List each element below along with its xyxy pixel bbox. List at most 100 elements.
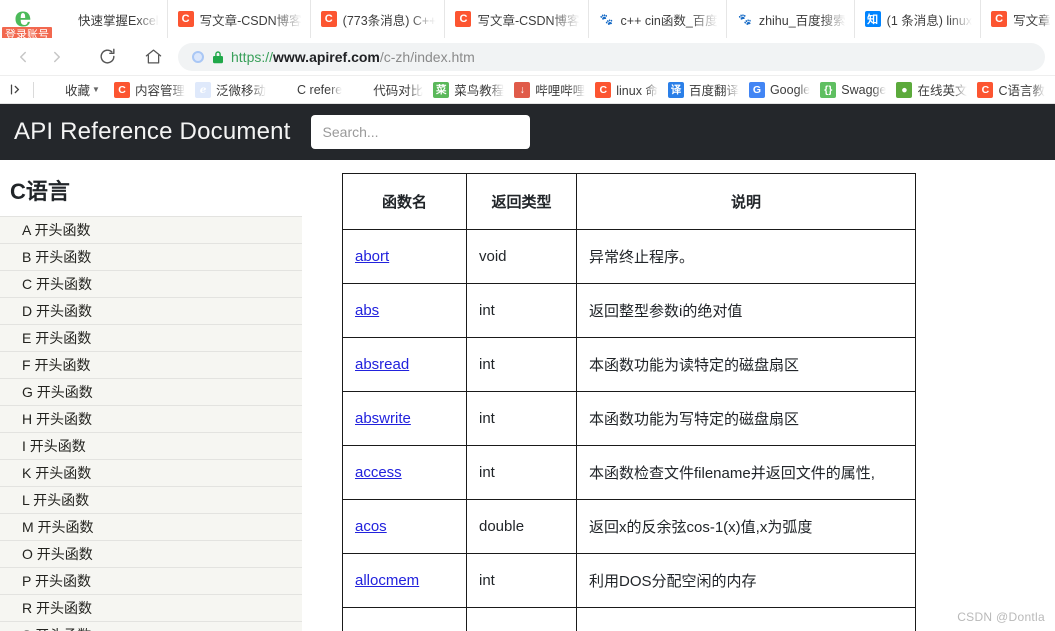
site-header: API Reference Document [0, 104, 1055, 160]
browser-tab[interactable]: C写文章 [980, 0, 1055, 38]
cell-function-name: abort [343, 230, 467, 284]
sidebar-list-item[interactable]: F 开头函数 [0, 352, 302, 379]
sidebar-list-item[interactable]: G 开头函数 [0, 379, 302, 406]
baidu-favicon: 🐾 [599, 11, 615, 27]
home-icon[interactable] [136, 40, 170, 74]
chevron-down-icon[interactable]: ▼ [92, 85, 104, 94]
browser-tab[interactable]: C写文章-CSDN博客 [444, 0, 587, 38]
cell-description: 返回x的反余弦cos-1(x)值,x为弧度 [577, 500, 916, 554]
sidebar-list-item[interactable]: B 开头函数 [0, 244, 302, 271]
table-header-row: 函数名 返回类型 说明 [343, 174, 916, 230]
bookmark-label: linux 命 [616, 80, 658, 99]
cell-function-name: abs [343, 284, 467, 338]
table-row [343, 608, 916, 631]
sidebar-list-item[interactable]: S 开头函数 [0, 622, 302, 631]
bookmark-item[interactable]: C代码对比 [347, 78, 428, 102]
bookmark-item[interactable]: ★收藏▼ [39, 78, 109, 102]
bookmark-item[interactable]: {}Swagge [815, 78, 891, 102]
url-host: www.apiref.com [273, 49, 380, 65]
table-row: abortvoid异常终止程序。 [343, 230, 916, 284]
sidebar-list-item[interactable]: D 开头函数 [0, 298, 302, 325]
function-link[interactable]: acos [355, 518, 387, 535]
browser-tab[interactable]: 🐾 c++ cin函数_百度 [588, 0, 726, 38]
bookmark-item[interactable]: ↓哔哩哔哩 [509, 78, 590, 102]
function-link[interactable]: abswrite [355, 410, 411, 427]
swagger-icon: {} [820, 82, 836, 98]
table-row: absreadint本函数功能为读特定的磁盘扇区 [343, 338, 916, 392]
sidebar-list-item[interactable]: L 开头函数 [0, 487, 302, 514]
watermark: CSDN @Dontla [957, 610, 1045, 624]
tab-title: (773条消息) C++ [343, 10, 437, 29]
cell-function-name: absread [343, 338, 467, 392]
login-account-badge[interactable]: 登录账号 [2, 27, 52, 38]
cell-function-name: access [343, 446, 467, 500]
star-icon: ★ [44, 82, 60, 98]
bookmark-item[interactable]: ✛C refere [271, 78, 347, 102]
function-link[interactable]: access [355, 464, 402, 481]
cell-return-type: int [467, 338, 577, 392]
function-link[interactable]: absread [355, 356, 409, 373]
tab-title: c++ cin函数_百度 [621, 10, 718, 29]
cell-return-type: void [467, 230, 577, 284]
function-link[interactable]: abs [355, 302, 379, 319]
bookmark-item[interactable]: GGoogle [744, 78, 815, 102]
bookmark-item[interactable]: C C语言教 [972, 78, 1050, 102]
bookmark-item[interactable]: e泛微移动 [190, 78, 271, 102]
address-bar[interactable]: https://www.apiref.com/c-zh/index.htm [178, 43, 1045, 71]
content-columns: C语言 A 开头函数B 开头函数C 开头函数D 开头函数E 开头函数F 开头函数… [0, 160, 1055, 631]
browser-tab[interactable]: ◻快速掌握Excel [46, 0, 167, 38]
tab-title: 写文章-CSDN博客 [200, 10, 302, 29]
sidebar-list-item[interactable]: H 开头函数 [0, 406, 302, 433]
bookmark-item[interactable]: 菜菜鸟教程 [428, 78, 509, 102]
sidebar-list: A 开头函数B 开头函数C 开头函数D 开头函数E 开头函数F 开头函数G 开头… [0, 216, 302, 631]
cell-description [577, 608, 916, 631]
reload-icon[interactable] [90, 40, 124, 74]
code-compare-icon: C [352, 82, 368, 98]
fanyi-icon: 译 [668, 82, 684, 98]
runoob-icon: 菜 [433, 82, 449, 98]
sidebar-list-item[interactable]: A 开头函数 [0, 217, 302, 244]
sidebar-list-item[interactable]: O 开头函数 [0, 541, 302, 568]
browser-tab[interactable]: C写文章-CSDN博客 [167, 0, 310, 38]
browser-tab[interactable]: 🐾zhihu_百度搜索 [726, 0, 854, 38]
bookmark-item[interactable]: 译百度翻译 [663, 78, 744, 102]
apps-grid-icon[interactable] [4, 82, 28, 97]
tab-strip: e 登录账号 ◻快速掌握ExcelC写文章-CSDN博客C(773条消息) C+… [0, 0, 1055, 38]
bilibili-favicon: ◻ [56, 11, 72, 27]
browser-window: e 登录账号 ◻快速掌握ExcelC写文章-CSDN博客C(773条消息) C+… [0, 0, 1055, 631]
sidebar-list-item[interactable]: I 开头函数 [0, 433, 302, 460]
csdn-favicon: C [455, 11, 471, 27]
bookmark-item[interactable]: ●在线英文 [891, 78, 972, 102]
function-link[interactable]: abort [355, 248, 389, 265]
sidebar-list-item[interactable]: K 开头函数 [0, 460, 302, 487]
browser-tab[interactable]: 知(1 条消息) linux [854, 0, 980, 38]
tracking-prevention-icon[interactable] [192, 51, 204, 63]
bookmark-item[interactable]: C内容管理 [109, 78, 190, 102]
bookmark-label: C语言教 [998, 80, 1045, 99]
csdn-icon: C [977, 82, 993, 98]
search-input[interactable] [311, 115, 530, 149]
cell-return-type [467, 608, 577, 631]
secure-lock-icon[interactable] [212, 50, 224, 64]
url-text: https://www.apiref.com/c-zh/index.htm [231, 49, 475, 65]
cell-description: 利用DOS分配空闲的内存 [577, 554, 916, 608]
csdn-icon: C [114, 82, 130, 98]
bookmark-item[interactable]: Clinux 命 [590, 78, 663, 102]
sidebar-list-item[interactable]: R 开头函数 [0, 595, 302, 622]
table-row: abswriteint本函数功能为写特定的磁盘扇区 [343, 392, 916, 446]
bookmark-label: Google [770, 83, 810, 97]
cell-function-name: allocmem [343, 554, 467, 608]
bookmark-label: 菜鸟教程 [454, 80, 504, 99]
zhihu-favicon: 知 [865, 11, 881, 27]
browser-tab[interactable]: C(773条消息) C++ [310, 0, 445, 38]
function-link[interactable]: allocmem [355, 572, 419, 589]
url-path: /c-zh/index.htm [380, 49, 475, 65]
c-reference-icon: ✛ [276, 82, 292, 98]
sidebar-list-item[interactable]: C 开头函数 [0, 271, 302, 298]
forward-icon[interactable] [40, 40, 74, 74]
tab-title: 写文章 [1013, 10, 1051, 29]
sidebar-list-item[interactable]: P 开头函数 [0, 568, 302, 595]
sidebar-list-item[interactable]: M 开头函数 [0, 514, 302, 541]
back-icon[interactable] [6, 40, 40, 74]
sidebar-list-item[interactable]: E 开头函数 [0, 325, 302, 352]
